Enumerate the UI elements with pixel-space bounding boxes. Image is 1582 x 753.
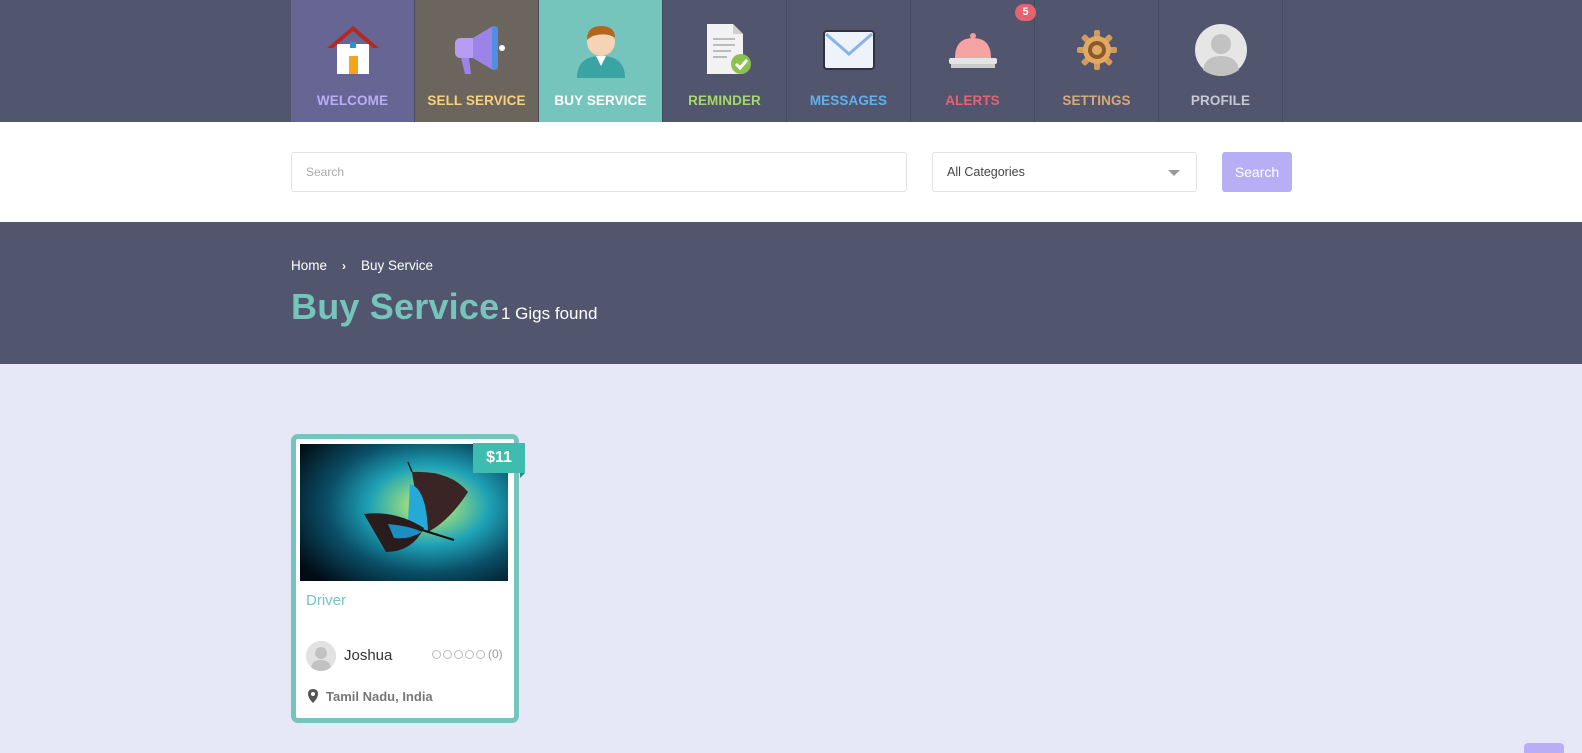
search-button[interactable]: Search xyxy=(1222,152,1292,192)
service-bell-icon xyxy=(943,22,1003,78)
breadcrumb-home-link[interactable]: Home xyxy=(291,258,327,273)
breadcrumb: Home › Buy Service xyxy=(291,258,433,273)
nav-item-welcome[interactable]: WELCOME xyxy=(291,0,415,122)
page-header: Home › Buy Service Buy Service 1 Gigs fo… xyxy=(0,222,1582,364)
chevron-down-icon xyxy=(1168,170,1180,176)
seller-name-link[interactable]: Joshua xyxy=(344,647,392,664)
category-selected-value: All Categories xyxy=(947,165,1025,179)
nav-item-profile[interactable]: PROFILE xyxy=(1159,0,1283,122)
nav-label-sell-service: SELL SERVICE xyxy=(427,93,526,108)
gear-icon xyxy=(1067,22,1127,78)
nav-item-buy-service[interactable]: BUY SERVICE xyxy=(539,0,663,122)
nav-item-messages[interactable]: MESSAGES xyxy=(787,0,911,122)
star-empty-icon xyxy=(465,650,474,659)
chevron-right-icon: › xyxy=(342,258,347,273)
nav-label-messages: MESSAGES xyxy=(809,93,888,108)
seller-avatar[interactable] xyxy=(306,641,336,671)
nav-label-buy-service: BUY SERVICE xyxy=(554,93,647,108)
buyer-person-icon xyxy=(571,22,631,78)
review-count: (0) xyxy=(488,647,503,661)
nav-item-reminder[interactable]: REMINDER xyxy=(663,0,787,122)
star-empty-icon xyxy=(476,650,485,659)
scroll-to-top-button[interactable] xyxy=(1524,743,1564,753)
gig-location: Tamil Nadu, India xyxy=(326,689,433,704)
gig-title-link[interactable]: Driver xyxy=(306,592,346,609)
nav-label-alerts: ALERTS xyxy=(945,93,1000,108)
gig-card[interactable]: $11 Driver Joshua (0) Tamil Nadu, India xyxy=(291,434,525,723)
price-tag: $11 xyxy=(473,443,525,478)
nav-item-settings[interactable]: SETTINGS xyxy=(1035,0,1159,122)
top-navigation-bar: WELCOME SELL SERVICE BUY SERVICE REMINDE… xyxy=(0,0,1582,122)
nav-label-profile: PROFILE xyxy=(1190,93,1251,108)
star-empty-icon xyxy=(432,650,441,659)
search-input[interactable] xyxy=(291,152,907,192)
nav-label-welcome: WELCOME xyxy=(316,93,389,108)
nav-item-sell-service[interactable]: SELL SERVICE xyxy=(415,0,539,122)
page-title: Buy Service xyxy=(291,286,500,327)
nav-label-reminder: REMINDER xyxy=(688,93,761,108)
results-count: 1 Gigs found xyxy=(501,304,598,323)
profile-avatar-icon xyxy=(1191,22,1251,78)
search-bar: All Categories Search xyxy=(0,122,1582,222)
megaphone-icon xyxy=(447,22,507,78)
map-pin-icon xyxy=(307,689,319,708)
star-empty-icon xyxy=(443,650,452,659)
nav-label-settings: SETTINGS xyxy=(1062,93,1131,108)
house-icon xyxy=(323,22,383,78)
category-dropdown[interactable]: All Categories xyxy=(932,152,1197,192)
main-nav: WELCOME SELL SERVICE BUY SERVICE REMINDE… xyxy=(291,0,1283,122)
envelope-icon xyxy=(819,22,879,78)
breadcrumb-current: Buy Service xyxy=(361,258,434,273)
alerts-count-badge: 5 xyxy=(1015,4,1036,21)
document-check-icon xyxy=(695,22,755,78)
star-empty-icon xyxy=(454,650,463,659)
rating-stars xyxy=(432,650,485,659)
